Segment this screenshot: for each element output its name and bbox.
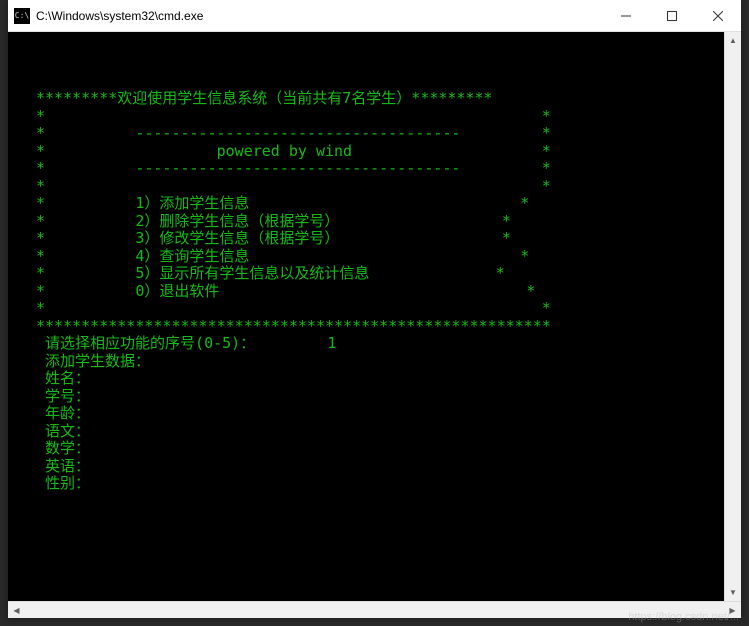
scroll-down-icon[interactable]: ▼	[725, 584, 741, 601]
scroll-left-icon[interactable]: ◀	[8, 602, 25, 618]
menu-item: * 0）退出软件 *	[36, 282, 535, 300]
field-line: 性别：	[36, 474, 90, 492]
titlebar[interactable]: C:\ C:\Windows\system32\cmd.exe	[8, 0, 741, 32]
window-controls	[603, 0, 741, 31]
menu-item: * 3）修改学生信息（根据学号） *	[36, 229, 511, 247]
field-line: 英语：	[36, 457, 90, 475]
prompt-line: 请选择相应功能的序号(0-5)： 1	[36, 334, 336, 352]
window-title: C:\Windows\system32\cmd.exe	[36, 9, 603, 23]
border-line: * *	[36, 299, 551, 317]
banner-top: *********欢迎使用学生信息系统（当前共有7名学生）*********	[36, 89, 493, 107]
border-line: * *	[36, 177, 551, 195]
banner-bottom: ****************************************…	[36, 317, 551, 335]
close-button[interactable]	[695, 0, 741, 31]
border-line: * *	[36, 107, 551, 125]
vertical-scrollbar[interactable]: ▲ ▼	[724, 32, 741, 601]
menu-item: * 2）删除学生信息（根据学号） *	[36, 212, 511, 230]
watermark: https://blog.csdn.net/...	[628, 611, 739, 623]
console-area: *********欢迎使用学生信息系统（当前共有7名学生）********* *…	[8, 32, 741, 618]
field-line: 年龄：	[36, 404, 90, 422]
field-line: 语文：	[36, 422, 90, 440]
field-line: 姓名：	[36, 369, 90, 387]
cmd-icon: C:\	[14, 8, 30, 24]
console-output[interactable]: *********欢迎使用学生信息系统（当前共有7名学生）********* *…	[8, 32, 724, 601]
menu-item: * 5）显示所有学生信息以及统计信息 *	[36, 264, 505, 282]
scroll-up-icon[interactable]: ▲	[725, 32, 741, 49]
divider-line: * ------------------------------------ *	[36, 159, 551, 177]
minimize-button[interactable]	[603, 0, 649, 31]
menu-item: * 1）添加学生信息 *	[36, 194, 529, 212]
field-line: 数学：	[36, 439, 90, 457]
add-header: 添加学生数据：	[36, 352, 150, 370]
cmd-window: C:\ C:\Windows\system32\cmd.exe ********…	[8, 0, 741, 618]
divider-line: * ------------------------------------ *	[36, 124, 551, 142]
powered-line: * powered by wind *	[36, 142, 551, 160]
field-line: 学号：	[36, 387, 90, 405]
maximize-button[interactable]	[649, 0, 695, 31]
menu-item: * 4）查询学生信息 *	[36, 247, 529, 265]
